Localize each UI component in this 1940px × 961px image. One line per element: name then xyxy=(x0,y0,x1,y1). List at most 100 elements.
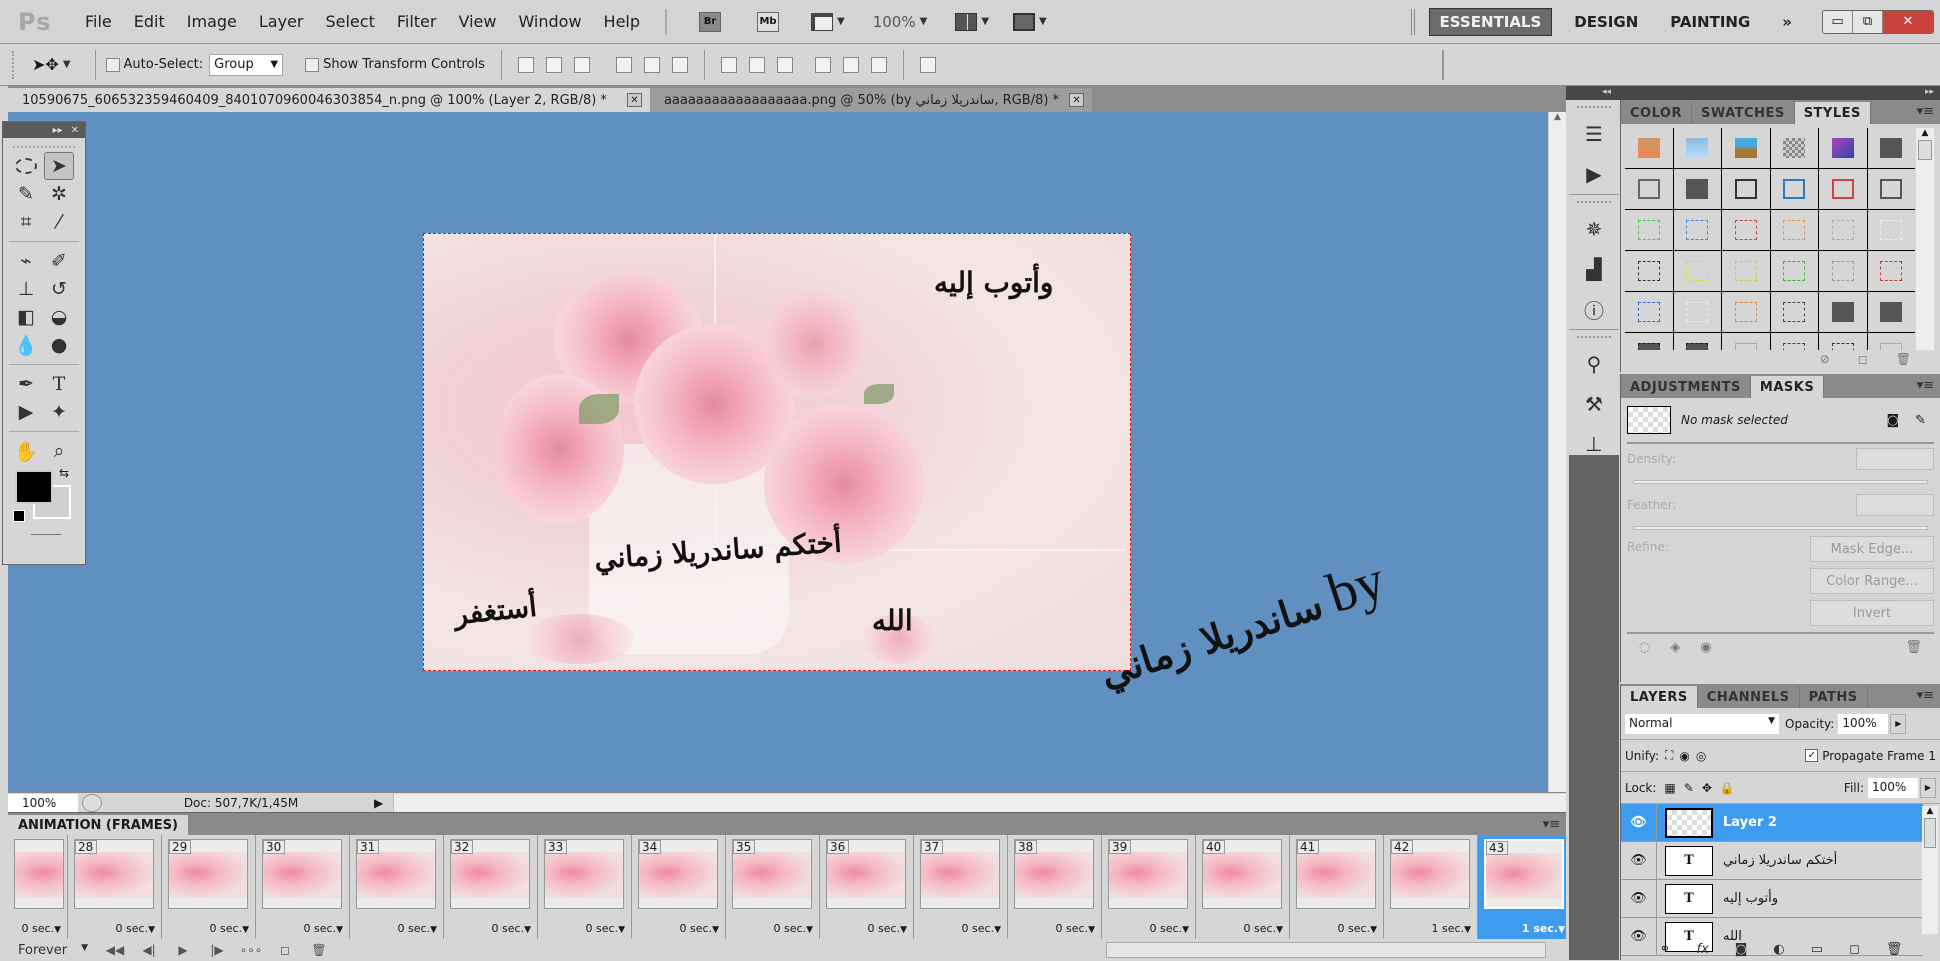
type-tool-icon[interactable]: T xyxy=(44,370,74,398)
close-icon[interactable]: ✕ xyxy=(71,125,79,136)
add-mask-icon[interactable]: ◙ xyxy=(1735,942,1748,957)
next-frame-button[interactable]: |▶ xyxy=(200,943,234,957)
tab-channels[interactable]: CHANNELS xyxy=(1698,686,1800,708)
style-swatch[interactable] xyxy=(1770,128,1818,168)
panel-menu-icon[interactable]: ▾≡ xyxy=(1917,378,1934,393)
close-tab-icon[interactable]: ✕ xyxy=(1069,93,1085,107)
menu-image[interactable]: Image xyxy=(187,12,237,31)
document-image[interactable]: وأتوب إليه أختكم ساندريلا زماني أستغفر ا… xyxy=(423,233,1131,671)
style-swatch[interactable] xyxy=(1673,333,1721,350)
style-swatch[interactable] xyxy=(1867,333,1915,350)
menu-select[interactable]: Select xyxy=(325,12,374,31)
show-transform-checkbox[interactable] xyxy=(305,57,320,72)
lock-position-icon[interactable]: ✥ xyxy=(1702,781,1712,795)
lasso-tool-icon[interactable]: ✎ xyxy=(11,180,41,208)
align-top-icon[interactable] xyxy=(517,56,534,73)
align-vcenter-icon[interactable] xyxy=(545,56,562,73)
eyedropper-tool-icon[interactable]: ⁄ xyxy=(44,208,74,236)
arrange-documents-button[interactable]: ▼ xyxy=(955,12,989,31)
align-left-icon[interactable] xyxy=(615,56,632,73)
animation-frame[interactable]: 28 0 sec.▼ xyxy=(68,835,162,939)
marquee-tool-icon[interactable] xyxy=(11,152,41,180)
histogram-icon[interactable]: ▟ xyxy=(1569,249,1619,289)
distribute-right-icon[interactable] xyxy=(870,56,887,73)
animation-frame[interactable]: 40 0 sec.▼ xyxy=(1196,835,1290,939)
tween-button[interactable]: ∘∘∘ xyxy=(234,943,268,957)
auto-select-dropdown[interactable]: Group ▼ xyxy=(209,53,284,76)
tab-layers[interactable]: LAYERS xyxy=(1621,686,1698,708)
density-slider[interactable] xyxy=(1633,480,1928,484)
tab-masks[interactable]: MASKS xyxy=(1750,376,1825,398)
play-button[interactable]: ▶ xyxy=(166,943,200,957)
style-swatch[interactable] xyxy=(1722,292,1770,332)
style-swatch[interactable] xyxy=(1673,210,1721,250)
style-swatch[interactable] xyxy=(1819,251,1867,291)
frame-thumbnail[interactable]: 29 xyxy=(168,839,248,909)
menu-edit[interactable]: Edit xyxy=(134,12,165,31)
frame-delay-select[interactable]: 0 sec.▼ xyxy=(586,922,625,935)
menu-layer[interactable]: Layer xyxy=(259,12,304,31)
style-swatch[interactable] xyxy=(1819,210,1867,250)
style-swatch[interactable] xyxy=(1819,333,1867,350)
minimize-button[interactable]: ▭ xyxy=(1823,10,1853,33)
grip-handle[interactable] xyxy=(1577,201,1611,207)
style-swatch[interactable] xyxy=(1722,251,1770,291)
color-range-button[interactable]: Color Range... xyxy=(1810,568,1934,594)
style-swatch[interactable] xyxy=(1770,292,1818,332)
frame-delay-select[interactable]: 0 sec.▼ xyxy=(1056,922,1095,935)
swap-colors-icon[interactable]: ⇆ xyxy=(59,466,69,480)
frame-thumbnail[interactable]: 30 xyxy=(262,839,342,909)
fill-slider-button[interactable]: ▶ xyxy=(1920,777,1936,798)
mini-bridge-button[interactable]: Mb xyxy=(757,11,780,32)
unify-visibility-icon[interactable]: ◉ xyxy=(1679,749,1689,763)
frame-delay-select[interactable]: 0 sec.▼ xyxy=(868,922,907,935)
fill-input[interactable]: 100% xyxy=(1868,777,1918,798)
layer-row[interactable]: 👁 Layer 2 xyxy=(1621,803,1923,842)
loop-select[interactable]: Forever ▼ xyxy=(8,943,88,958)
style-swatch[interactable] xyxy=(1867,128,1915,168)
clear-style-icon[interactable]: ⊘ xyxy=(1820,352,1830,372)
distribute-vcenter-icon[interactable] xyxy=(748,56,765,73)
style-swatch[interactable] xyxy=(1625,210,1673,250)
clone-stamp-tool-icon[interactable]: ⊥ xyxy=(11,275,41,303)
delete-layer-icon[interactable]: 🗑 xyxy=(1886,942,1903,957)
frame-thumbnail[interactable]: 39 xyxy=(1108,839,1188,909)
blur-tool-icon[interactable]: 💧 xyxy=(11,331,41,359)
frame-delay-select[interactable]: 0 sec.▼ xyxy=(680,922,719,935)
first-frame-button[interactable]: ◀◀ xyxy=(98,943,132,957)
disable-mask-icon[interactable]: ◉ xyxy=(1700,640,1711,655)
tab-paths[interactable]: PATHS xyxy=(1800,686,1868,708)
foreground-color-swatch[interactable] xyxy=(15,470,53,504)
style-swatch[interactable] xyxy=(1722,333,1770,350)
style-swatch[interactable] xyxy=(1722,128,1770,168)
menu-file[interactable]: File xyxy=(85,12,112,31)
tab-styles[interactable]: STYLES xyxy=(1794,102,1871,124)
animation-frame[interactable]: 34 0 sec.▼ xyxy=(632,835,726,939)
add-pixel-mask-icon[interactable]: ◙ xyxy=(1886,413,1899,428)
animation-frame[interactable]: 36 0 sec.▼ xyxy=(820,835,914,939)
animation-frame[interactable]: 31 0 sec.▼ xyxy=(350,835,444,939)
workspace-essentials[interactable]: ESSENTIALS xyxy=(1428,7,1553,36)
more-workspaces-button[interactable]: » xyxy=(1772,9,1802,35)
feather-input[interactable] xyxy=(1856,494,1934,516)
restore-button[interactable]: ⧉ xyxy=(1853,10,1883,33)
tool-preset-picker[interactable]: ➤✥ ▼ xyxy=(32,55,71,74)
frame-thumbnail[interactable]: 37 xyxy=(920,839,1000,909)
tab-adjustments[interactable]: ADJUSTMENTS xyxy=(1621,376,1751,398)
styles-scrollbar[interactable]: ▲ xyxy=(1916,128,1934,350)
custom-shape-tool-icon[interactable]: ✦ xyxy=(44,398,74,426)
tools-panel-header[interactable]: ▸▸ ✕ xyxy=(3,122,85,138)
style-swatch[interactable] xyxy=(1673,251,1721,291)
pen-tool-icon[interactable]: ✒ xyxy=(11,370,41,398)
expand-icon[interactable]: ▸▸ xyxy=(1925,87,1934,97)
brushes-icon[interactable]: ⚲ xyxy=(1569,344,1619,384)
status-icon[interactable] xyxy=(82,793,102,812)
delete-mask-icon[interactable]: 🗑 xyxy=(1905,640,1922,655)
style-swatch[interactable] xyxy=(1819,292,1867,332)
distribute-left-icon[interactable] xyxy=(814,56,831,73)
apply-mask-icon[interactable]: ◈ xyxy=(1670,640,1680,655)
close-tab-icon[interactable]: ✕ xyxy=(626,93,642,107)
animation-frame[interactable]: 29 0 sec.▼ xyxy=(162,835,256,939)
zoom-field[interactable]: 100% xyxy=(8,793,78,812)
feather-slider[interactable] xyxy=(1633,526,1928,530)
